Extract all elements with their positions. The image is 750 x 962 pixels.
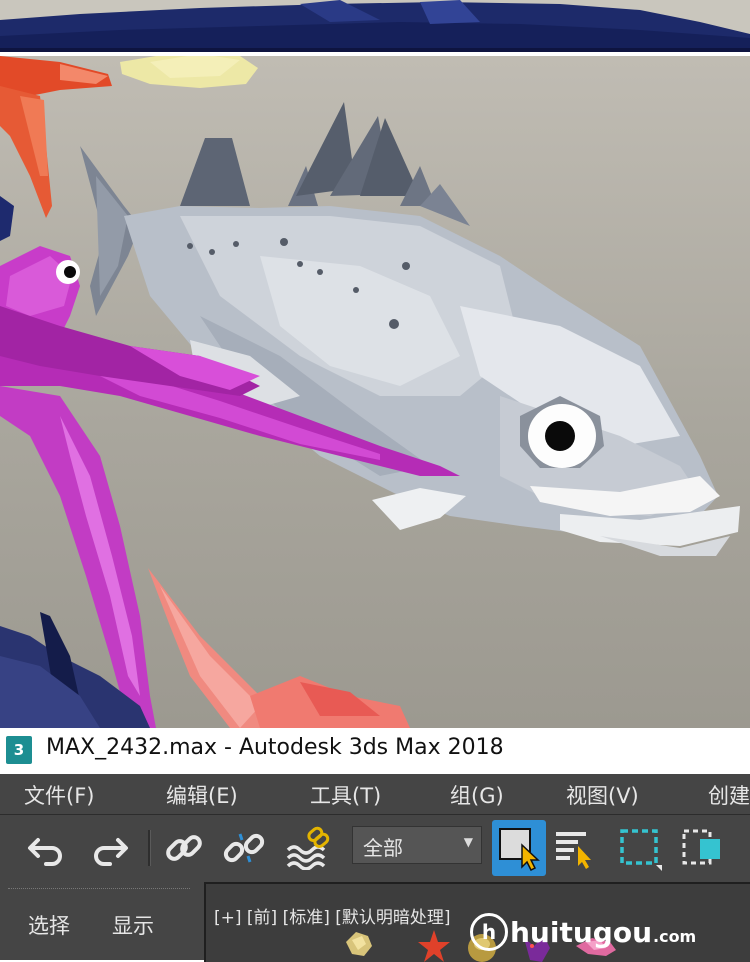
unlink-button[interactable] (220, 823, 268, 873)
blue-fin (0, 196, 14, 241)
rectangular-selection-region-icon (620, 829, 662, 871)
link-button[interactable] (160, 823, 208, 873)
watermark-text: huitugou (510, 915, 652, 949)
window-crossing-icon (682, 829, 720, 865)
watermark-logo-icon: h (470, 913, 508, 951)
yellow-creature (120, 56, 258, 88)
select-by-name-button[interactable] (552, 823, 600, 873)
viewport-label[interactable]: [+] [前] [标准] [默认明暗处理] (214, 903, 451, 928)
low-poly-sea-creatures (0, 56, 740, 728)
tab-display[interactable]: 显示 (112, 910, 154, 940)
watermark-suffix: .com (653, 926, 697, 946)
select-by-name-icon (556, 832, 591, 869)
redo-button[interactable] (86, 823, 134, 873)
yellow-fish-thumb (346, 932, 372, 956)
menu-group[interactable]: 组(G) (450, 780, 504, 810)
unlink-icon (223, 833, 265, 863)
menu-file[interactable]: 文件(F) (24, 780, 94, 810)
menu-views[interactable]: 视图(V) (566, 780, 639, 810)
window-crossing-button[interactable] (678, 823, 726, 873)
select-object-button[interactable] (492, 820, 546, 876)
menu-edit[interactable]: 编辑(E) (166, 780, 238, 810)
link-icon (166, 835, 202, 861)
render-top-strip (0, 0, 750, 52)
rectangular-selection-button[interactable] (616, 823, 664, 873)
menu-tools[interactable]: 工具(T) (310, 780, 381, 810)
undo-button[interactable] (22, 823, 70, 873)
blue-creature-render (0, 0, 750, 52)
red-starfish-thumb (418, 930, 450, 962)
pink-fish-fin (148, 568, 410, 728)
selection-filter-dropdown[interactable]: 全部 ▼ (352, 826, 482, 864)
window-title: MAX_2432.max - Autodesk 3ds Max 2018 (46, 735, 504, 760)
grey-fish (80, 102, 740, 556)
toolbar-separator (148, 830, 151, 866)
undo-icon (28, 838, 62, 866)
render-image (0, 56, 750, 728)
3ds-max-logo-icon: 3 (6, 736, 32, 764)
chevron-down-icon: ▼ (463, 835, 473, 849)
menu-create[interactable]: 创建 (708, 780, 750, 810)
redo-icon (94, 838, 128, 866)
bind-to-space-warp-icon (286, 826, 330, 870)
bind-space-warp-button[interactable] (282, 823, 330, 873)
selection-filter-value: 全部 (363, 836, 403, 860)
select-object-icon (499, 828, 540, 871)
tab-select[interactable]: 选择 (28, 910, 70, 940)
watermark: h huitugou .com (470, 913, 696, 951)
panel-divider (8, 888, 190, 890)
